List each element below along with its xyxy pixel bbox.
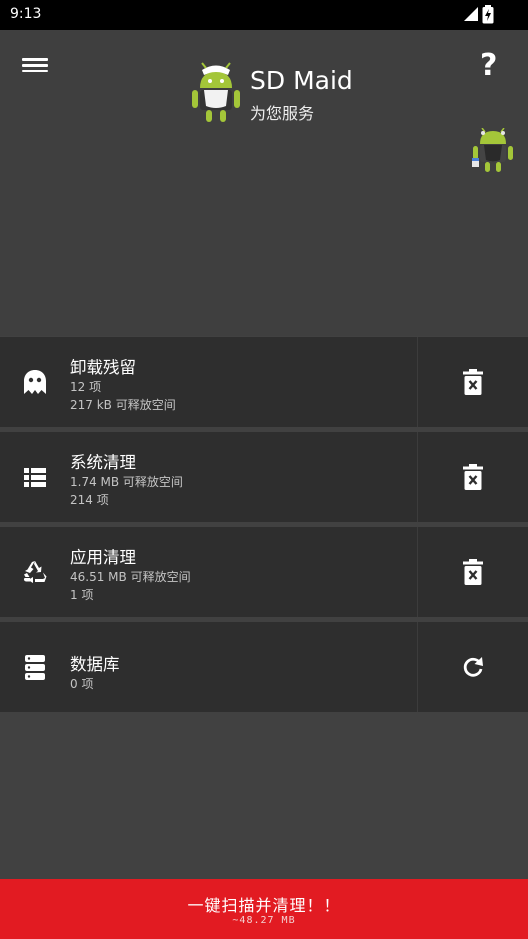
delete-icon (463, 464, 483, 490)
tool-line-1: 1.74 MB 可释放空间 (70, 475, 183, 489)
sdmaid-logo-icon (192, 62, 240, 122)
status-bar: 9:13 (0, 0, 528, 30)
tool-title: 数据库 (70, 655, 120, 674)
delete-icon (463, 559, 483, 585)
tool-card-main[interactable]: 系统清理 1.74 MB 可释放空间 214 项 (0, 432, 417, 522)
recycle-icon (23, 561, 47, 583)
app-title: SD Maid (250, 66, 353, 95)
app-subtitle: 为您服务 (250, 104, 315, 123)
ghost-icon (24, 370, 46, 394)
delete-button[interactable] (418, 432, 528, 522)
database-icon (25, 655, 45, 680)
maid-mascot-icon[interactable] (470, 128, 516, 174)
scan-button-label: 一键扫描并清理！！ (187, 896, 341, 915)
menu-icon-bar (22, 69, 48, 73)
tool-title: 卸载残留 (70, 358, 136, 377)
refresh-icon (463, 657, 483, 677)
menu-button[interactable] (22, 55, 48, 77)
tool-line-1: 12 项 (70, 380, 102, 394)
scan-and-clean-button[interactable]: 一键扫描并清理！！ ~48.27 MB (0, 879, 528, 939)
tool-card-corpsefinder[interactable]: 卸载残留 12 项 217 kB 可释放空间 (0, 337, 528, 427)
tool-card-systemcleaner[interactable]: 系统清理 1.74 MB 可释放空间 214 项 (0, 432, 528, 522)
tool-title: 系统清理 (70, 453, 136, 472)
battery-charging-icon (482, 5, 494, 24)
help-button[interactable]: ? (480, 48, 497, 83)
tool-card-main[interactable]: 数据库 0 项 (0, 622, 417, 712)
menu-icon-bar (22, 58, 48, 61)
tool-line-2: 1 项 (70, 588, 94, 602)
list-icon (24, 468, 46, 487)
status-time: 9:13 (10, 6, 42, 22)
tool-line-1: 46.51 MB 可释放空间 (70, 570, 191, 584)
tool-title: 应用清理 (70, 548, 136, 567)
menu-icon-bar (22, 63, 48, 67)
tool-line-2: 214 项 (70, 493, 109, 507)
cell-signal-icon (464, 7, 478, 21)
tool-card-main[interactable]: 应用清理 46.51 MB 可释放空间 1 项 (0, 527, 417, 617)
scan-button-size: ~48.27 MB (232, 915, 296, 926)
tool-line-2: 217 kB 可释放空间 (70, 398, 176, 412)
tool-card-databases[interactable]: 数据库 0 项 (0, 622, 528, 712)
delete-icon (463, 369, 483, 395)
tool-card-appcleaner[interactable]: 应用清理 46.51 MB 可释放空间 1 项 (0, 527, 528, 617)
tool-line-1: 0 项 (70, 677, 94, 691)
delete-button[interactable] (418, 527, 528, 617)
refresh-button[interactable] (418, 622, 528, 712)
tool-card-main[interactable]: 卸载残留 12 项 217 kB 可释放空间 (0, 337, 417, 427)
delete-button[interactable] (418, 337, 528, 427)
